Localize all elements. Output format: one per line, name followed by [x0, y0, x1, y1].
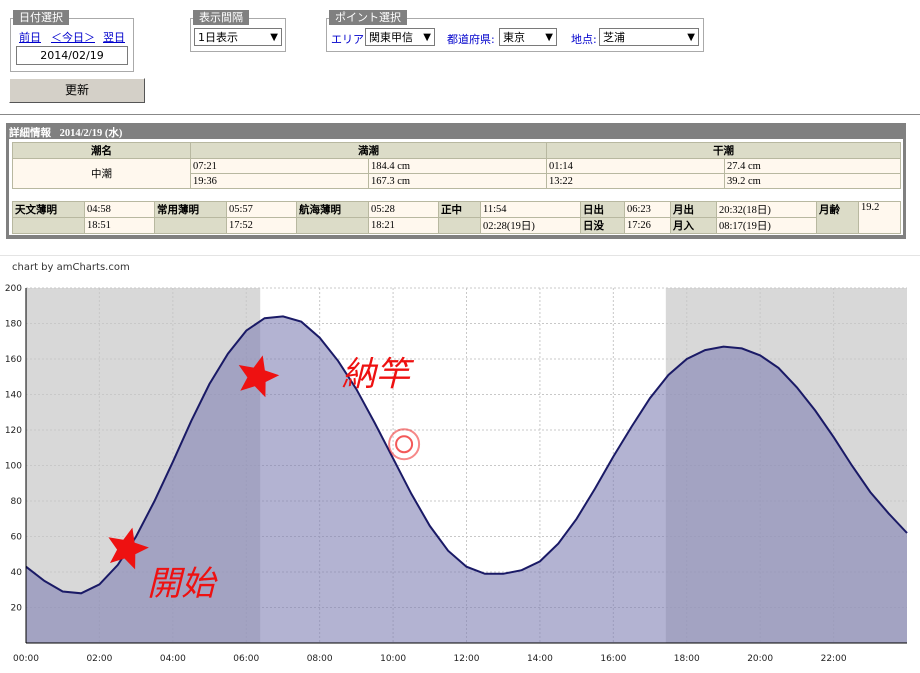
chevron-down-icon: ▼ — [270, 32, 278, 43]
spot-select[interactable]: 芝浦 ▼ — [599, 28, 699, 46]
astro-twilight-start: 04:58 — [84, 201, 155, 218]
area-select-value: 関東甲信 — [369, 31, 413, 44]
tide-table: 潮名 満潮 干潮 中潮 07:21 184.4 cm 01:14 27.4 cm… — [12, 142, 901, 189]
high-tide-level: 184.4 cm — [368, 158, 547, 174]
moon-age-value: 19.2 — [858, 201, 901, 234]
high-tide-header: 満潮 — [190, 142, 547, 159]
sunset-time: 17:26 — [624, 217, 671, 234]
detail-body: 潮名 満潮 干潮 中潮 07:21 184.4 cm 01:14 27.4 cm… — [9, 139, 903, 235]
low-tide-level: 39.2 cm — [724, 173, 901, 189]
astro-twilight-label: 天文薄明 — [12, 201, 85, 218]
moonrise-label: 月出 — [670, 201, 717, 218]
detail-title: 詳細情報 — [9, 128, 51, 139]
noon-label: 正中 — [438, 201, 481, 218]
chart-container: chart by amCharts.com — [0, 255, 920, 673]
civil-twilight-label: 常用薄明 — [154, 201, 227, 218]
date-select-group: 日付選択 前日 ＜今日＞ 翌日 2014/02/19 — [10, 10, 134, 72]
point-select-title: ポイント選択 — [329, 10, 407, 25]
high-tide-level: 167.3 cm — [368, 173, 547, 189]
civil-twilight-end: 17:52 — [226, 217, 297, 234]
moonset-label: 月入 — [670, 217, 717, 234]
detail-header: 詳細情報 2014/2/19 (水) — [9, 125, 122, 140]
tide-name-header: 潮名 — [12, 142, 191, 159]
civil-twilight-start: 05:57 — [226, 201, 297, 218]
sunrise-label: 日出 — [580, 201, 625, 218]
nautical-twilight-label: 航海薄明 — [296, 201, 369, 218]
prefecture-select-value: 東京 — [503, 31, 525, 44]
spot-label: 地点: — [571, 33, 597, 46]
nautical-twilight-end: 18:21 — [368, 217, 439, 234]
nautical-twilight-start: 05:28 — [368, 201, 439, 218]
high-tide-time: 19:36 — [190, 173, 369, 189]
chart-credit[interactable]: chart by amCharts.com — [12, 262, 130, 273]
chevron-down-icon: ▼ — [423, 32, 431, 43]
detail-panel: 詳細情報 2014/2/19 (水) 潮名 満潮 干潮 中潮 07:21 184… — [6, 123, 906, 239]
high-tide-time: 07:21 — [190, 158, 369, 174]
interval-title: 表示間隔 — [193, 10, 249, 25]
date-select-title: 日付選択 — [13, 10, 69, 25]
update-button[interactable]: 更新 — [9, 78, 145, 103]
low-tide-time: 01:14 — [546, 158, 725, 174]
spot-select-value: 芝浦 — [603, 31, 625, 44]
moonrise-time: 20:32(18日) — [716, 201, 817, 218]
chevron-down-icon: ▼ — [687, 32, 695, 43]
area-select[interactable]: 関東甲信 ▼ — [365, 28, 435, 46]
low-tide-time: 13:22 — [546, 173, 725, 189]
low-tide-level: 27.4 cm — [724, 158, 901, 174]
prefecture-select[interactable]: 東京 ▼ — [499, 28, 557, 46]
interval-select-value: 1日表示 — [198, 31, 238, 44]
prefecture-label: 都道府県: — [447, 33, 495, 46]
interval-select[interactable]: 1日表示 ▼ — [194, 28, 282, 46]
chevron-down-icon: ▼ — [545, 32, 553, 43]
sunrise-time: 06:23 — [624, 201, 671, 218]
moon-age-label: 月齢 — [816, 201, 859, 234]
astro-twilight-end: 18:51 — [84, 217, 155, 234]
moonset-time: 08:17(19日) — [716, 217, 817, 234]
noon-time: 11:54 — [480, 201, 581, 218]
tide-name-cell: 中潮 — [12, 158, 191, 189]
prev-day-link[interactable]: 前日 — [19, 29, 41, 45]
area-label: エリア: — [331, 33, 368, 46]
noon-time-next: 02:28(19日) — [480, 217, 581, 234]
next-day-link[interactable]: 翌日 — [103, 29, 125, 45]
low-tide-header: 干潮 — [546, 142, 901, 159]
twilight-table: 天文薄明 04:58 常用薄明 05:57 航海薄明 05:28 正中 11:5… — [12, 201, 901, 234]
divider — [0, 114, 920, 115]
sunset-label: 日没 — [580, 217, 625, 234]
point-select-group: ポイント選択 エリア: 関東甲信 ▼ 都道府県: 東京 ▼ 地点: 芝浦 ▼ — [326, 10, 704, 52]
interval-group: 表示間隔 1日表示 ▼ — [190, 10, 286, 52]
date-field[interactable]: 2014/02/19 — [16, 46, 128, 65]
today-link[interactable]: ＜今日＞ — [51, 29, 95, 45]
detail-date: 2014/2/19 (水) — [59, 128, 123, 139]
